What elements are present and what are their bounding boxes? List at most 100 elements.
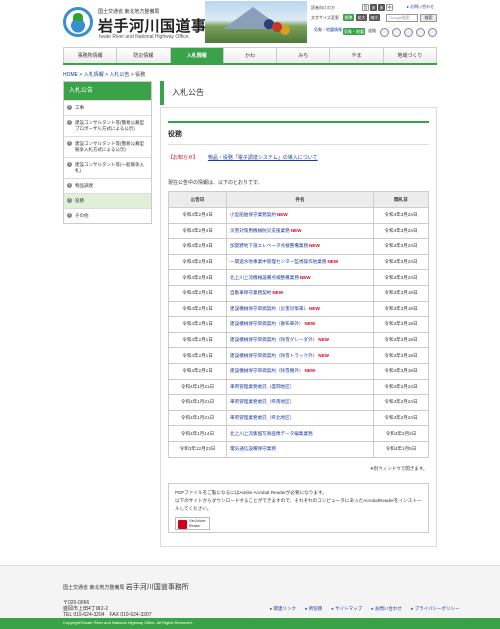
font-standard-button[interactable]: 標準 <box>343 14 354 21</box>
sidebar-item-construction[interactable]: 工事 <box>64 100 151 115</box>
footer-link-office[interactable]: ▸ 所窓務 <box>305 606 322 611</box>
font-small-button[interactable]: 縮小 <box>369 14 380 21</box>
inquiry-link[interactable]: ▸ お問い合わせ <box>407 4 434 10</box>
ministry-name: 国土交通省 東北地方整備局 <box>98 9 160 15</box>
table-row: 令和4年2月1日 建設機械保守単価契約（除雪トラック外）NEW 令和4年3月18日 <box>168 347 429 364</box>
nav-community[interactable]: 地域づくり <box>383 48 437 63</box>
cell-title: 建設機械保守単価契約（除雪機外）NEW <box>226 362 374 380</box>
search-button[interactable]: 検索 <box>420 14 437 22</box>
sidebar-item-other[interactable]: その他 <box>64 208 151 223</box>
bid-notice-table: 公告日 件名 閲札日 令和4年2月4日 小型船舶保守業務契約NEW 令和4年3月24… <box>168 191 429 458</box>
bid-title-link[interactable]: 北上川上流集塩写真画像データ編集業務 <box>230 431 313 436</box>
font-button-3[interactable]: 中 <box>386 4 393 11</box>
bid-title-link[interactable]: 車両管理業務委託（県南地区） <box>230 399 294 404</box>
cell-notice-date: 令和4年2月1日 <box>168 347 227 364</box>
nav-bid-info[interactable]: 入札情報 <box>170 48 224 63</box>
cell-notice-date: 令和4年2月4日 <box>168 238 227 255</box>
bid-title-link[interactable]: 建設機械保守単価契約（除雪機外） <box>230 368 304 373</box>
footer-links: ▸ 関連リンク ▸ 所窓務 ▸ サイトマップ ▸ お問い合わせ ▸ プライバシー… <box>270 606 468 612</box>
bid-title-link[interactable]: 建設機械保守単価契約（除雪トラック外） <box>230 353 317 358</box>
copyright: Copyright©Iwate River and National Highw… <box>63 620 193 625</box>
table-row: 令和4年2月1日 自動車保守業務契約NEW 令和4年3月18日 <box>168 284 429 302</box>
cell-close-date: 令和4年3月24日 <box>373 238 429 255</box>
column-header-close-date: 閲札日 <box>373 191 429 208</box>
footer-tel: TEL 019-624-3204 FAX 019-624-3207 <box>63 612 152 618</box>
sidebar-item-consultant-general[interactable]: 建設コンサルタント等(一般競争入札) <box>64 157 151 178</box>
breadcrumb-bid-info[interactable]: 入札情報 <box>84 72 104 78</box>
adobe-reader-badge[interactable]: Get Adobe Reader <box>175 517 210 530</box>
footer-link-inquiry[interactable]: ▸ お問い合わせ <box>371 606 402 611</box>
table-header-row: 公告日 件名 閲札日 <box>168 191 429 208</box>
nav-river[interactable]: かわ <box>223 48 278 63</box>
notice-link[interactable]: 物品・役務「電子調達システム」の導入について <box>208 155 318 161</box>
font-large-button[interactable]: 拡大 <box>356 14 367 21</box>
bid-title-link[interactable]: 加賀野地下道エレベータ点検整備業務 <box>230 243 308 248</box>
weather-icon-4[interactable] <box>416 28 425 37</box>
footer-org: 国土交通省 東北地方整備局 <box>63 585 125 591</box>
nav-road[interactable]: みち <box>277 48 331 63</box>
sidebar-item-consultant-competitive[interactable]: 建設コンサルタント等(簡易公募型競争入札方式による公示) <box>64 136 151 157</box>
nav-office-info[interactable]: 事務所情報 <box>63 48 118 63</box>
cell-close-date: 令和4年3月24日 <box>373 269 429 286</box>
notice-label: 【お知らせ】 <box>168 155 198 161</box>
weather-icon-5[interactable] <box>428 28 437 37</box>
pdf-notice-line-1: PDFファイルをご覧になるにはAdobe Acrobat Readerが必要にな… <box>175 490 327 495</box>
table-row: 令和4年1月21日 車両管理業務委託（県北地区） 令和4年2月24日 <box>168 409 429 427</box>
column-header-title: 件名 <box>226 191 374 208</box>
table-row: 令和4年2月4日 一関遊水地事業中管理センター監視操作他業務NEW 令和4年3月24… <box>168 253 429 271</box>
cell-title: 建設機械保守単価契約（散布車外）NEW <box>226 316 374 333</box>
bid-title-link[interactable]: 建設機械保守単価契約（散布車外） <box>230 321 304 326</box>
new-badge: NEW <box>309 305 320 311</box>
footer-office-name: 国土交通省 東北地方整備局 岩手河川国道事務所 <box>63 582 189 592</box>
bid-title-link[interactable]: 自動車保守業務契約 <box>230 290 271 295</box>
new-badge: NEW <box>318 352 330 358</box>
sidebar-item-services[interactable]: 役務 <box>64 193 151 208</box>
breadcrumb-home[interactable]: HOME <box>63 72 78 78</box>
footer-link-privacy[interactable]: ▸ プライバシーポリシー <box>411 606 459 611</box>
column-header-date: 公告日 <box>168 191 227 208</box>
font-button-2[interactable]: あ <box>378 4 385 11</box>
weather-icon-3[interactable] <box>404 28 413 37</box>
search-input[interactable]: Google検索 <box>386 14 418 22</box>
bid-title-link[interactable]: 建設機械保守単価契約（除雪グレーダ外） <box>230 337 317 342</box>
sidebar-title: 入札公告 <box>64 82 151 100</box>
cell-notice-date: 令和4年2月4日 <box>168 222 227 240</box>
cell-close-date: 令和4年2月24日 <box>373 394 429 411</box>
weather-icon-2[interactable] <box>392 28 401 37</box>
bid-title-link[interactable]: 一関遊水地事業中管理センター監視操作他業務 <box>230 259 326 264</box>
bid-title-link[interactable]: 建設機械保守単価契約（災害対策車） <box>230 306 308 311</box>
nav-disaster-info[interactable]: 防災情報 <box>117 48 171 63</box>
sidebar-item-procurement[interactable]: 物品調達 <box>64 178 151 193</box>
reader-label: 読者向けの方 <box>311 5 335 10</box>
bid-title-link[interactable]: 電気通信設備保守業務 <box>230 446 276 451</box>
cell-notice-date: 令和4年2月1日 <box>168 362 227 380</box>
footer-link-sitemap[interactable]: ▸ サイトマップ <box>332 606 363 611</box>
cell-notice-date: 令和4年2月1日 <box>168 300 227 318</box>
bid-title-link[interactable]: 車両管理業務委託（県北地区） <box>230 415 294 420</box>
cell-close-date: 令和4年3月18日 <box>373 362 429 380</box>
cell-close-date: 令和4年3月24日 <box>373 222 429 240</box>
page-title: 入札公告 <box>160 81 437 105</box>
bid-title-link[interactable]: 車両管理業務委託（盛岡地区） <box>230 384 294 389</box>
weather-icon-1[interactable] <box>380 28 389 37</box>
table-row: 令和4年2月4日 小型船舶保守業務契約NEW 令和4年3月24日 <box>168 207 429 224</box>
breadcrumb-bid-notice[interactable]: 入札公告 <box>109 72 129 78</box>
table-row: 令和4年1月21日 車両管理業務委託（盛岡地区） 令和4年2月24日 <box>168 378 429 396</box>
bid-title-link[interactable]: 災害対策用機械防災支援業務 <box>230 228 290 233</box>
voice-button[interactable]: 音 <box>362 4 369 11</box>
bid-title-link[interactable]: 北上川上流機械設備点検整備業務 <box>230 275 299 280</box>
sidebar-item-consultant-proposal[interactable]: 建設コンサルタント等(簡易公募型プロポーザル方式による公示) <box>64 115 151 136</box>
table-row: 令和4年2月4日 災害対策用機械防災支援業務NEW 令和4年3月24日 <box>168 222 429 240</box>
table-row: 令和4年2月1日 建設機械保守単価契約（除雪機外）NEW 令和4年3月18日 <box>168 362 429 380</box>
cell-title: 建設機械保守単価契約（除雪トラック外）NEW <box>226 347 374 364</box>
bid-title-link[interactable]: 小型船舶保守業務契約 <box>230 212 276 217</box>
office-logo-icon[interactable] <box>63 7 93 37</box>
cell-title: 一関遊水地事業中管理センター監視操作他業務NEW <box>226 253 374 271</box>
nav-mountain[interactable]: やま <box>330 48 384 63</box>
font-button-1[interactable]: あ <box>370 4 377 11</box>
cell-close-date: 令和4年3月18日 <box>373 347 429 364</box>
weather-info-label[interactable]: 気象・地震情報 <box>314 27 342 33</box>
footer-link-related[interactable]: ▸ 関連リンク <box>270 606 296 611</box>
office-english-name: Iwate River and National Highway Office. <box>99 34 190 40</box>
weather-button[interactable]: 気象・地震 <box>343 28 365 35</box>
